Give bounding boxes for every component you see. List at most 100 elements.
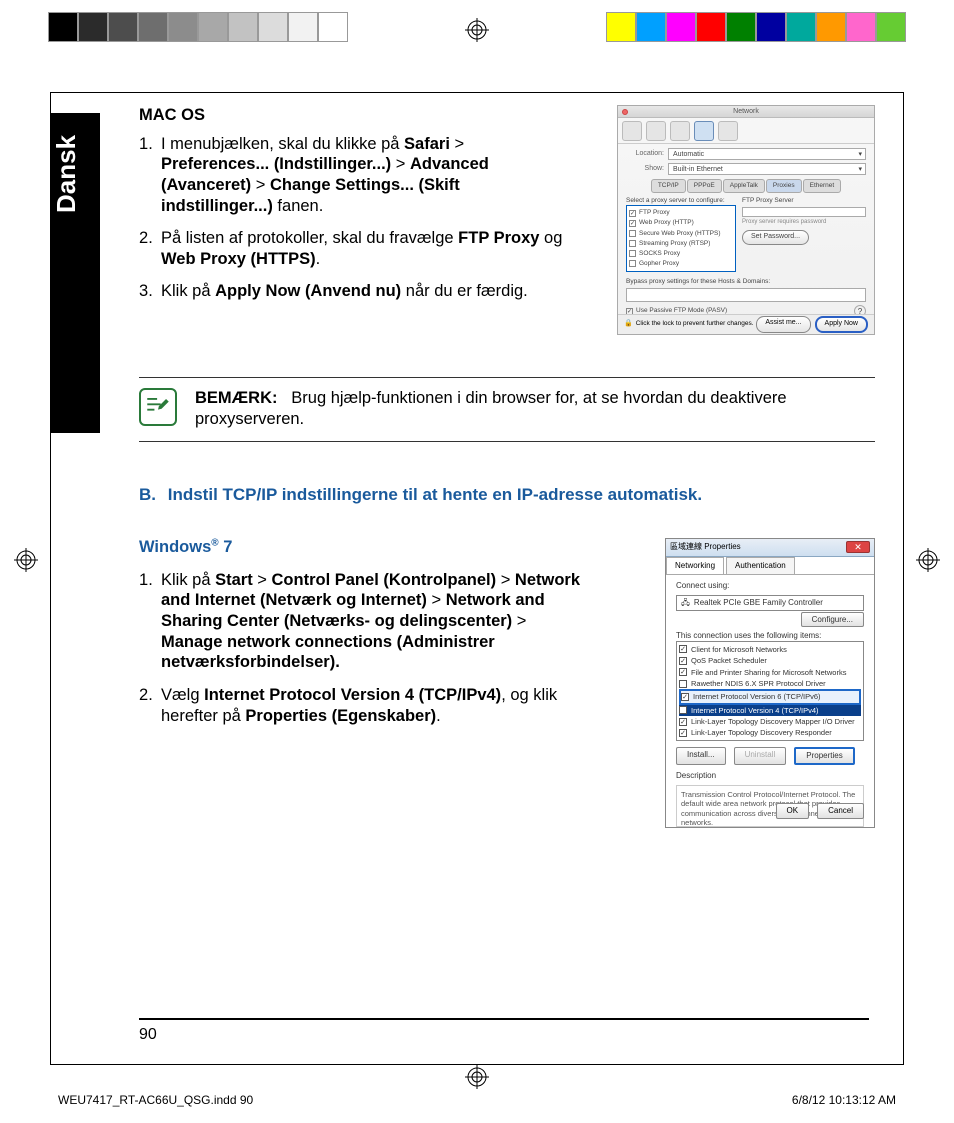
color-swatch xyxy=(198,12,228,42)
win-tabs: NetworkingAuthentication xyxy=(666,557,874,575)
color-swatch xyxy=(606,12,636,42)
proxy-protocol-list: ✓FTP Proxy✓Web Proxy (HTTP)Secure Web Pr… xyxy=(626,205,736,272)
item-label: Link-Layer Topology Discovery Mapper I/O… xyxy=(691,717,855,726)
checkbox-icon xyxy=(679,680,687,688)
set-password-button: Set Password... xyxy=(742,230,809,245)
connection-item: ✓ Link-Layer Topology Discovery Responder xyxy=(679,727,861,738)
color-swatch xyxy=(318,12,348,42)
checkbox-icon: ✓ xyxy=(679,706,687,714)
color-swatch xyxy=(636,12,666,42)
connect-using-label: Connect using: xyxy=(676,581,864,591)
color-swatch xyxy=(258,12,288,42)
proxy-list-label: Select a proxy server to configure: xyxy=(626,197,736,205)
protocol-label: Streaming Proxy (RTSP) xyxy=(639,240,710,248)
protocol-item: Secure Web Proxy (HTTPS) xyxy=(629,229,733,239)
color-swatch xyxy=(288,12,318,42)
connection-items-list: ✓Client for Microsoft Networks✓QoS Packe… xyxy=(676,641,864,741)
color-swatch xyxy=(78,12,108,42)
assist-button: Assist me... xyxy=(756,316,810,333)
protocol-label: Secure Web Proxy (HTTPS) xyxy=(639,230,721,238)
connection-item: ✓Internet Protocol Version 4 (TCP/IPv4) xyxy=(679,705,861,716)
note-box: BEMÆRK: Brug hjælp-funktionen i din brow… xyxy=(139,377,875,442)
location-select: Automatic xyxy=(668,148,866,160)
lock-label: Click the lock to prevent further change… xyxy=(636,320,754,328)
close-icon xyxy=(622,109,628,115)
apply-now-button: Apply Now xyxy=(815,316,868,333)
mac-tab: PPPoE xyxy=(687,179,722,193)
show-label: Show: xyxy=(626,165,664,174)
mac-toolbar xyxy=(618,118,874,144)
page-content: Network Location:Automatic Show:Built-in… xyxy=(139,105,875,1024)
color-swatch xyxy=(228,12,258,42)
color-swatch xyxy=(756,12,786,42)
checkbox-icon: ✓ xyxy=(629,210,636,217)
color-swatch xyxy=(108,12,138,42)
win-titlebar: 區域連線 Properties ✕ xyxy=(666,539,874,557)
checkbox-icon: ✓ xyxy=(679,729,687,737)
bypass-label: Bypass proxy settings for these Hosts & … xyxy=(626,278,866,286)
color-swatch xyxy=(138,12,168,42)
protocol-item: SOCKS Proxy xyxy=(629,249,733,259)
adapter-name: Realtek PCIe GBE Family Controller xyxy=(694,598,823,608)
protocol-label: Gopher Proxy xyxy=(639,260,679,268)
network-icon xyxy=(694,121,714,141)
configure-button: Configure... xyxy=(801,612,864,627)
mac-tabbar: TCP/IPPPPoEAppleTalkProxiesEthernet xyxy=(626,179,866,193)
page-frame: Dansk Network Location:Automatic Show xyxy=(50,92,904,1065)
step-item: Klik på Start > Control Panel (Kontrolpa… xyxy=(161,570,589,673)
checkbox-icon xyxy=(629,260,636,267)
win-title: 區域連線 Properties xyxy=(670,542,741,552)
checkbox-icon xyxy=(629,240,636,247)
uninstall-button: Uninstall xyxy=(734,747,787,765)
win-tab: Networking xyxy=(666,557,724,574)
install-button: Install... xyxy=(676,747,726,765)
bypass-field xyxy=(626,288,866,302)
windows-steps-list: Klik på Start > Control Panel (Kontrolpa… xyxy=(139,570,589,726)
mac-window-titlebar: Network xyxy=(618,106,874,118)
win-tab: Authentication xyxy=(726,557,795,574)
connection-item: ✓Link-Layer Topology Discovery Mapper I/… xyxy=(679,716,861,727)
note-icon xyxy=(139,388,177,426)
mac-window-title: Network xyxy=(733,108,759,115)
protocol-item: Gopher Proxy xyxy=(629,259,733,269)
protocol-label: Web Proxy (HTTP) xyxy=(639,219,694,227)
registration-mark-icon xyxy=(14,548,38,572)
color-swatch xyxy=(786,12,816,42)
color-swatch xyxy=(846,12,876,42)
ftp-proxy-server-label: FTP Proxy Server xyxy=(742,197,866,205)
cancel-button: Cancel xyxy=(817,803,864,819)
properties-button: Properties xyxy=(794,747,854,765)
note-label: BEMÆRK: xyxy=(195,389,278,407)
section-b-heading: B. Indstil TCP/IP indstillingerne til at… xyxy=(139,484,875,505)
checkbox-icon: ✓ xyxy=(679,645,687,653)
sound-icon xyxy=(670,121,690,141)
section-b-prefix: B. xyxy=(139,484,163,505)
protocol-item: ✓FTP Proxy xyxy=(629,208,733,218)
items-label: This connection uses the following items… xyxy=(676,631,864,641)
connection-item: ✓Client for Microsoft Networks xyxy=(679,644,861,655)
proxy-server-field xyxy=(742,207,866,217)
color-swatch xyxy=(168,12,198,42)
protocol-label: SOCKS Proxy xyxy=(639,250,680,258)
color-swatch xyxy=(696,12,726,42)
step-item: I menubjælken, skal du klikke på Safari … xyxy=(161,134,569,217)
adapter-field: 🖧 Realtek PCIe GBE Family Controller xyxy=(676,595,864,611)
checkbox-icon xyxy=(629,250,636,257)
color-swatch xyxy=(876,12,906,42)
color-swatch xyxy=(726,12,756,42)
item-label: Link-Layer Topology Discovery Responder xyxy=(691,728,832,737)
mac-tab: AppleTalk xyxy=(723,179,765,193)
displays-icon xyxy=(646,121,666,141)
note-body: Brug hjælp-funktionen i din browser for,… xyxy=(195,389,787,428)
item-label: File and Printer Sharing for Microsoft N… xyxy=(691,668,846,677)
mac-tab: TCP/IP xyxy=(651,179,686,193)
checkbox-icon: ✓ xyxy=(629,220,636,227)
note-text: BEMÆRK: Brug hjælp-funktionen i din brow… xyxy=(195,388,875,431)
registration-mark-icon xyxy=(465,18,489,42)
checkbox-icon xyxy=(629,230,636,237)
color-swatch xyxy=(816,12,846,42)
windows-properties-screenshot: 區域連線 Properties ✕ NetworkingAuthenticati… xyxy=(665,538,875,828)
close-icon: ✕ xyxy=(846,541,870,553)
location-label: Location: xyxy=(626,150,664,159)
macos-steps-list: I menubjælken, skal du klikke på Safari … xyxy=(139,134,569,302)
